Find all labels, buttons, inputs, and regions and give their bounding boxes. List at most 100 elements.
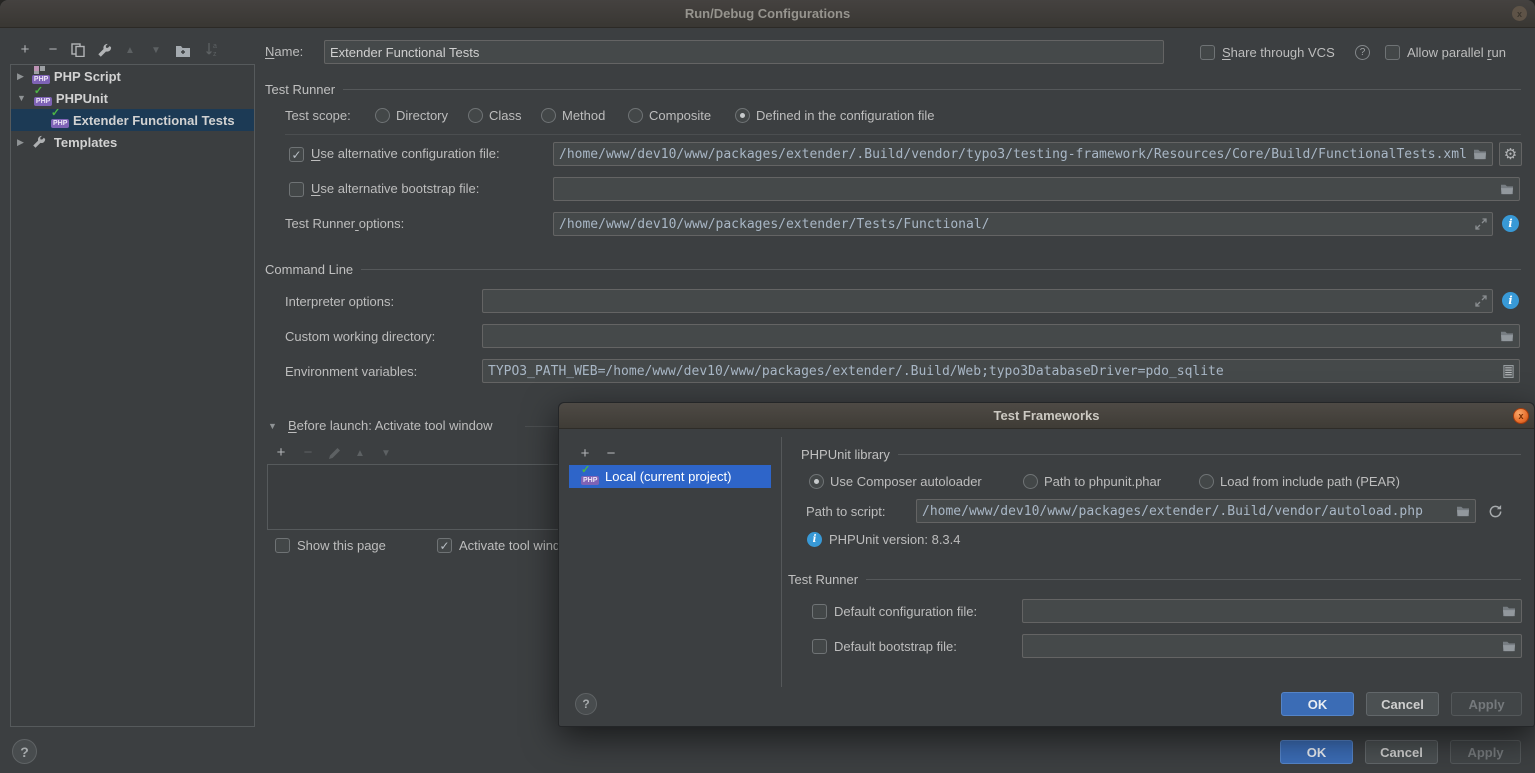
window-close-button[interactable]: x bbox=[1512, 6, 1527, 21]
move-down-button[interactable]: ▼ bbox=[147, 41, 165, 59]
scope-directory-radio[interactable] bbox=[375, 108, 390, 123]
include-path-pear-radio[interactable] bbox=[1199, 474, 1214, 489]
dialog-apply-button[interactable]: Apply bbox=[1451, 692, 1522, 716]
remove-framework-button[interactable]: − bbox=[602, 444, 620, 462]
dialog-help-button[interactable]: ? bbox=[575, 693, 597, 715]
share-vcs-label: Share through VCS bbox=[1222, 45, 1335, 60]
folder-icon[interactable] bbox=[1502, 605, 1516, 617]
show-this-page-checkbox[interactable] bbox=[275, 538, 290, 553]
create-folder-button[interactable] bbox=[174, 42, 192, 60]
before-launch-remove-button[interactable]: − bbox=[299, 443, 317, 461]
use-alt-bootstrap-label[interactable]: Use alternative bootstrap file: bbox=[311, 181, 479, 196]
custom-working-directory-input[interactable] bbox=[482, 324, 1520, 348]
apply-button[interactable]: Apply bbox=[1450, 740, 1521, 764]
folder-icon[interactable] bbox=[1500, 183, 1514, 195]
folder-icon[interactable] bbox=[1500, 330, 1514, 342]
ok-button[interactable]: OK bbox=[1280, 740, 1353, 764]
minus-icon: − bbox=[304, 445, 313, 460]
test-runner-options-label: Test Runner options: bbox=[285, 216, 404, 231]
dialog-cancel-button[interactable]: Cancel bbox=[1366, 692, 1439, 716]
chevron-right-icon[interactable]: ▶ bbox=[17, 71, 24, 82]
tree-item-label: PHP Script bbox=[54, 69, 121, 84]
copy-configuration-button[interactable] bbox=[69, 41, 87, 59]
default-config-label[interactable]: Default configuration file: bbox=[834, 604, 977, 619]
edit-templates-button[interactable] bbox=[95, 41, 113, 59]
before-launch-add-button[interactable]: + bbox=[272, 443, 290, 461]
dialog-titlebar[interactable]: Test Frameworks x bbox=[559, 403, 1534, 429]
tree-item-php-script[interactable]: ▶ PHP PHP Script bbox=[11, 65, 254, 87]
add-configuration-button[interactable]: + bbox=[16, 40, 34, 58]
help-icon: ? bbox=[20, 744, 29, 760]
variables-icon[interactable] bbox=[1503, 365, 1514, 378]
alt-bootstrap-path-input[interactable] bbox=[553, 177, 1520, 201]
default-config-input[interactable] bbox=[1022, 599, 1522, 623]
composer-autoloader-radio[interactable] bbox=[809, 474, 824, 489]
activate-tool-window-checkbox[interactable]: ✓ bbox=[437, 538, 452, 553]
share-vcs-help-icon[interactable]: ? bbox=[1355, 45, 1370, 60]
expand-icon[interactable] bbox=[1475, 295, 1487, 307]
use-alt-config-label[interactable]: Use alternative configuration file: bbox=[311, 146, 500, 161]
allow-parallel-run-checkbox[interactable] bbox=[1385, 45, 1400, 60]
chevron-down-icon[interactable]: ▼ bbox=[17, 93, 26, 103]
folder-icon[interactable] bbox=[1502, 640, 1516, 652]
chevron-down-icon: ▼ bbox=[151, 43, 161, 58]
window-titlebar[interactable]: Run/Debug Configurations x bbox=[0, 0, 1535, 28]
folder-icon[interactable] bbox=[1473, 148, 1487, 160]
phpunit-version-text: PHPUnit version: 8.3.4 bbox=[829, 532, 961, 547]
chevron-down-icon[interactable]: ▼ bbox=[268, 421, 277, 431]
reload-version-button[interactable] bbox=[1486, 502, 1504, 520]
copy-icon bbox=[71, 43, 85, 57]
before-launch-edit-button[interactable] bbox=[325, 444, 343, 462]
environment-variables-input[interactable]: TYPO3_PATH_WEB=/home/www/dev10/www/packa… bbox=[482, 359, 1520, 383]
alt-config-path-input[interactable]: /home/www/dev10/www/packages/extender/.B… bbox=[553, 142, 1493, 166]
phpunit-phar-label[interactable]: Path to phpunit.phar bbox=[1044, 474, 1161, 489]
scope-class-label[interactable]: Class bbox=[489, 108, 522, 123]
before-launch-move-up-button[interactable]: ▲ bbox=[351, 444, 369, 462]
interpreter-info-button[interactable]: i bbox=[1502, 292, 1519, 309]
name-input[interactable]: Extender Functional Tests bbox=[324, 40, 1164, 64]
config-settings-button[interactable]: ⚙ bbox=[1499, 142, 1522, 166]
cancel-button[interactable]: Cancel bbox=[1365, 740, 1438, 764]
scope-class-radio[interactable] bbox=[468, 108, 483, 123]
move-up-button[interactable]: ▲ bbox=[121, 41, 139, 59]
minus-icon: − bbox=[607, 446, 616, 461]
phpunit-phar-radio[interactable] bbox=[1023, 474, 1038, 489]
add-framework-button[interactable]: + bbox=[576, 444, 594, 462]
default-config-checkbox[interactable] bbox=[812, 604, 827, 619]
use-alt-bootstrap-checkbox[interactable] bbox=[289, 182, 304, 197]
expand-icon[interactable] bbox=[1475, 218, 1487, 230]
composer-autoloader-label[interactable]: Use Composer autoloader bbox=[830, 474, 982, 489]
default-bootstrap-checkbox[interactable] bbox=[812, 639, 827, 654]
framework-list-item-local[interactable]: ✓PHP Local (current project) bbox=[569, 465, 771, 488]
chevron-right-icon[interactable]: ▶ bbox=[17, 137, 24, 148]
scope-method-radio[interactable] bbox=[541, 108, 556, 123]
remove-configuration-button[interactable]: − bbox=[44, 40, 62, 58]
dialog-ok-button[interactable]: OK bbox=[1281, 692, 1354, 716]
default-bootstrap-input[interactable] bbox=[1022, 634, 1522, 658]
path-to-script-input[interactable]: /home/www/dev10/www/packages/extender/.B… bbox=[916, 499, 1476, 523]
info-icon: i bbox=[1508, 217, 1512, 230]
before-launch-header[interactable]: Before launch: Activate tool window bbox=[288, 418, 493, 433]
sort-configurations-button[interactable]: az bbox=[203, 40, 221, 58]
scope-defined-in-config-label[interactable]: Defined in the configuration file bbox=[756, 108, 935, 123]
scope-method-label[interactable]: Method bbox=[562, 108, 605, 123]
scope-directory-label[interactable]: Directory bbox=[396, 108, 448, 123]
share-vcs-checkbox[interactable] bbox=[1200, 45, 1215, 60]
before-launch-move-down-button[interactable]: ▼ bbox=[377, 444, 395, 462]
show-this-page-label[interactable]: Show this page bbox=[297, 538, 386, 553]
default-bootstrap-label[interactable]: Default bootstrap file: bbox=[834, 639, 957, 654]
help-button[interactable]: ? bbox=[12, 739, 37, 764]
tree-item-extender-functional-tests[interactable]: ✓PHP Extender Functional Tests bbox=[11, 109, 254, 131]
dialog-close-button[interactable]: x bbox=[1513, 408, 1529, 424]
scope-defined-in-config-radio[interactable] bbox=[735, 108, 750, 123]
scope-composite-radio[interactable] bbox=[628, 108, 643, 123]
scope-composite-label[interactable]: Composite bbox=[649, 108, 711, 123]
test-runner-options-input[interactable]: /home/www/dev10/www/packages/extender/Te… bbox=[553, 212, 1493, 236]
use-alt-config-checkbox[interactable]: ✓ bbox=[289, 147, 304, 162]
tree-item-phpunit[interactable]: ▼ ✓PHP PHPUnit bbox=[11, 87, 254, 109]
include-path-pear-label[interactable]: Load from include path (PEAR) bbox=[1220, 474, 1400, 489]
interpreter-options-input[interactable] bbox=[482, 289, 1493, 313]
folder-icon[interactable] bbox=[1456, 505, 1470, 517]
tree-item-templates[interactable]: ▶ Templates bbox=[11, 131, 254, 153]
options-info-button[interactable]: i bbox=[1502, 215, 1519, 232]
